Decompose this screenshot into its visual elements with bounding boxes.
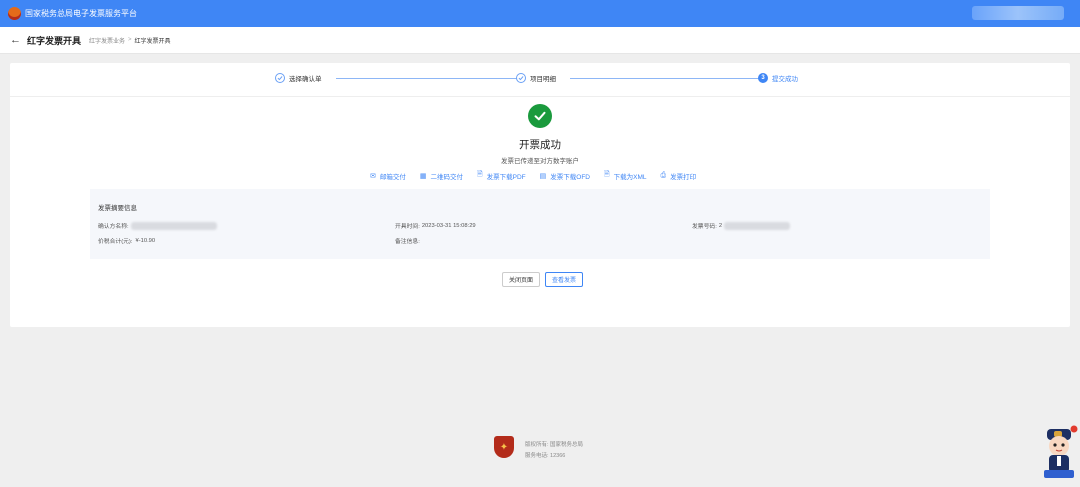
issue-time-field: 开具时间: 2023-03-31 15:08:29 — [395, 221, 476, 231]
action-label: 发票下载PDF — [486, 173, 526, 181]
breadcrumb-item-current: 红字发票开具 — [134, 38, 171, 45]
action-label: 发票下载OFD — [550, 173, 590, 181]
breadcrumb-item-red-invoice-business[interactable]: 红字发票业务 — [89, 36, 125, 45]
view-invoice-button[interactable]: 查看发票 — [545, 272, 584, 287]
button-group: 关闭页面 查看发票 — [502, 272, 588, 287]
invoice-number-label: 发票号码: — [692, 224, 717, 230]
action-label: 发票打印 — [670, 173, 697, 181]
qrcode-icon: ▦ — [419, 172, 427, 180]
download-ofd-link[interactable]: ▤ 发票下载OFD — [540, 170, 590, 181]
download-xml-icon: 🗎 — [604, 171, 610, 178]
tax-emblem-icon: ✦ — [494, 436, 514, 458]
assistant-mascot-icon[interactable] — [1042, 425, 1078, 481]
tax-logo-icon — [8, 7, 21, 20]
top-bar: 国家税务总局电子发票服务平台 — [0, 0, 1080, 27]
step-submit-success: 3 提交成功 — [758, 73, 798, 83]
step-connector — [336, 78, 522, 79]
buyer-name-label: 确认方名称: — [98, 224, 129, 230]
invoice-number-redacted — [724, 221, 791, 230]
invoice-number-prefix: 2 — [718, 222, 723, 229]
buyer-name-redacted — [130, 221, 217, 230]
breadcrumb-bar: ← 红字发票开具 红字发票业务 > 红字发票开具 — [0, 27, 1080, 54]
step-indicator: 选择确认单 项目明细 3 提交成功 — [10, 63, 1070, 97]
remark-field: 备注信息: — [395, 236, 420, 245]
step-label: 项目明细 — [530, 76, 556, 83]
issue-time-label: 开具时间: — [395, 224, 420, 230]
print-invoice-link[interactable]: ⎙ 发票打印 — [661, 170, 697, 181]
user-account-area[interactable] — [972, 6, 1064, 20]
main-card: 选择确认单 项目明细 3 提交成功 开票成功 发票已传递至对方数字账户 ✉ 邮箱… — [10, 63, 1070, 327]
check-icon — [516, 73, 526, 83]
remark-label: 备注信息: — [395, 239, 420, 245]
download-ofd-icon: ▤ — [539, 172, 547, 180]
total-amount-label: 价税合计(元): — [98, 239, 133, 245]
step-select-confirmation: 选择确认单 — [275, 73, 322, 83]
download-xml-link[interactable]: 🗎 下载为XML — [604, 170, 647, 181]
breadcrumb-separator: > — [128, 37, 132, 43]
step-label: 选择确认单 — [289, 76, 322, 83]
footer-copyright: 版权所有: 国家税务总局 — [525, 442, 584, 448]
back-arrow-icon[interactable]: ← — [10, 34, 21, 46]
total-amount-value: ¥-10.90 — [135, 237, 156, 244]
total-amount-field: 价税合计(元): ¥-10.90 — [98, 236, 156, 246]
action-label: 下载为XML — [613, 173, 647, 181]
step-item-details: 项目明细 — [516, 73, 556, 83]
delivery-actions: ✉ 邮箱交付 ▦ 二维码交付 🗎 发票下载PDF ▤ 发票下载OFD 🗎 下载为… — [370, 170, 710, 181]
download-pdf-icon: 🗎 — [477, 171, 483, 178]
step-connector — [570, 78, 762, 79]
buyer-name-field: 确认方名称: — [98, 221, 217, 230]
success-check-icon — [528, 104, 552, 128]
success-subtitle: 发票已传递至对方数字账户 — [501, 158, 579, 165]
invoice-summary-panel: 发票摘要信息 确认方名称: 开具时间: 2023-03-31 15:08:29 … — [90, 189, 990, 259]
summary-title: 发票摘要信息 — [98, 205, 137, 212]
qrcode-delivery-link[interactable]: ▦ 二维码交付 — [420, 170, 463, 181]
mail-icon: ✉ — [370, 172, 376, 180]
action-label: 邮箱交付 — [379, 173, 406, 181]
step-number-badge: 3 — [758, 73, 768, 83]
page-title: 红字发票开具 — [27, 35, 82, 46]
email-delivery-link[interactable]: ✉ 邮箱交付 — [370, 170, 406, 181]
download-pdf-link[interactable]: 🗎 发票下载PDF — [477, 170, 526, 181]
app-title: 国家税务总局电子发票服务平台 — [25, 9, 137, 18]
success-title: 开票成功 — [519, 139, 561, 151]
action-label: 二维码交付 — [430, 173, 464, 181]
close-page-button[interactable]: 关闭页面 — [502, 272, 541, 287]
check-icon — [275, 73, 285, 83]
invoice-number-field: 发票号码: 2 — [692, 221, 791, 230]
footer-hotline: 服务电话: 12366 — [525, 453, 566, 459]
step-label: 提交成功 — [772, 76, 798, 83]
issue-time-value: 2023-03-31 15:08:29 — [421, 222, 476, 229]
print-icon: ⎙ — [660, 171, 667, 179]
